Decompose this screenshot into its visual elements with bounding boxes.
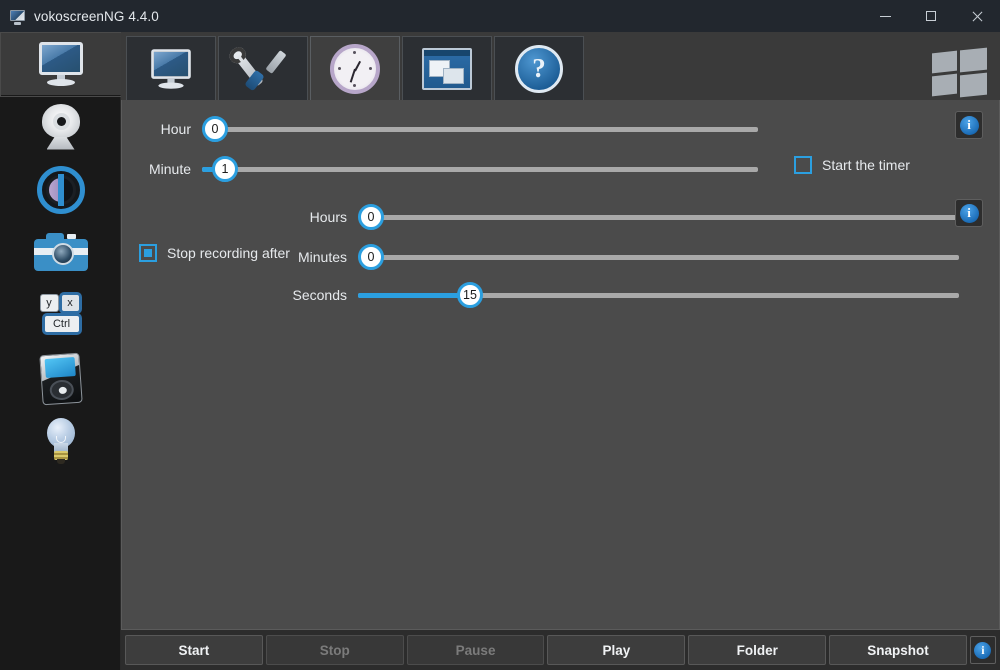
tab-tools[interactable] [218,36,308,100]
seconds-slider[interactable]: 15 [358,282,959,308]
window-controls [862,0,1000,32]
play-button[interactable]: Play [547,635,686,665]
info-icon: i [959,115,979,135]
sidebar-item-magnifier[interactable] [0,158,121,221]
minutes-slider-track [371,255,959,260]
hours-label: Hours [309,209,347,225]
minutes-slider-handle[interactable]: 0 [358,244,384,270]
maximize-icon [926,11,936,21]
window-title: vokoscreenNG 4.4.0 [34,8,159,24]
start-timer-label: Start the timer [822,157,910,173]
seconds-slider-fill [358,293,470,298]
sidebar-item-camera[interactable] [0,221,121,284]
hours-slider-track [371,215,959,220]
minute-slider-track [202,167,758,172]
minutes-label: Minutes [297,249,347,265]
clock-icon [330,43,380,94]
seconds-slider-handle[interactable]: 15 [457,282,483,308]
tab-help[interactable]: ? [494,36,584,100]
stop-recording-checkbox-row[interactable]: Stop recording after [139,244,290,262]
stop-button[interactable]: Stop [265,635,404,665]
sidebar-item-tips[interactable] [0,410,121,473]
minute-slider[interactable]: 1 [202,156,758,182]
tab-windows[interactable] [402,36,492,100]
keyboard-keys-icon: y x Ctrl [34,293,88,338]
pause-button[interactable]: Pause [406,635,545,665]
hours-slider-handle[interactable]: 0 [358,204,384,230]
photo-camera-icon [33,232,88,273]
hour-slider-handle[interactable]: 0 [202,116,228,142]
snapshot-button[interactable]: Snapshot [829,635,967,665]
tab-timer[interactable] [310,36,400,100]
monitor-icon [35,41,87,86]
minute-slider-handle[interactable]: 1 [212,156,238,182]
close-button[interactable] [954,0,1000,32]
minutes-slider-row: Minutes 0 [287,244,987,270]
maximize-button[interactable] [908,0,954,32]
webcam-icon [37,103,85,150]
sidebar-item-hotkeys[interactable]: y x Ctrl [0,284,121,347]
start-button[interactable]: Start [125,635,263,665]
minimize-icon [879,15,891,17]
stop-recording-label: Stop recording after [167,245,290,261]
start-timer-checkbox[interactable] [794,156,812,174]
start-timer-checkbox-row[interactable]: Start the timer [794,156,910,174]
stop-recording-info-button[interactable]: i [955,199,983,227]
media-player-icon [38,352,83,405]
app-window: vokoscreenNG 4.4.0 y x Ctrl ? Hour 0 Min… [0,0,1000,670]
close-icon [971,10,984,23]
folder-button[interactable]: Folder [688,635,827,665]
hours-slider[interactable]: 0 [358,204,959,230]
sidebar-item-webcam[interactable] [0,95,121,158]
question-mark-icon: ? [515,44,563,93]
minutes-slider[interactable]: 0 [358,244,959,270]
minute-slider-row: Minute 1 [139,156,764,182]
key-x: x [60,293,80,312]
sidebar: y x Ctrl [0,32,123,670]
info-icon: i [974,641,992,659]
key-y: y [39,293,59,312]
sidebar-item-player[interactable] [0,347,121,410]
stop-recording-checkbox[interactable] [139,244,157,262]
start-timer-info-button[interactable]: i [955,111,983,139]
monitor-icon [148,48,195,89]
hour-slider-row: Hour 0 [139,116,764,142]
hour-label: Hour [160,121,191,137]
tools-icon [233,48,287,91]
bottom-info-button[interactable]: i [969,636,996,664]
seconds-slider-row: Seconds 15 [287,282,987,308]
app-screen-icon [9,8,26,25]
tab-bar: ? [121,32,1000,100]
info-icon: i [959,203,979,223]
hour-slider-track [215,127,758,132]
sidebar-item-screen[interactable] [0,32,123,97]
title-bar: vokoscreenNG 4.4.0 [0,0,1000,32]
timer-panel: Hour 0 Minute 1 Start the timer i Stop r… [121,100,1000,630]
key-ctrl: Ctrl [43,314,80,333]
tab-screen[interactable] [126,36,216,100]
seconds-label: Seconds [292,287,347,303]
lightbulb-icon [41,417,81,466]
magnifier-lens-icon [36,165,85,214]
windows-logo-icon [932,47,988,98]
bottom-toolbar: Start Stop Pause Play Folder Snapshot i [121,630,1000,670]
hour-slider[interactable]: 0 [202,116,758,142]
minute-label: Minute [148,161,191,177]
windows-overlap-icon [422,47,472,90]
hours-slider-row: Hours 0 [287,204,987,230]
minimize-button[interactable] [862,0,908,32]
